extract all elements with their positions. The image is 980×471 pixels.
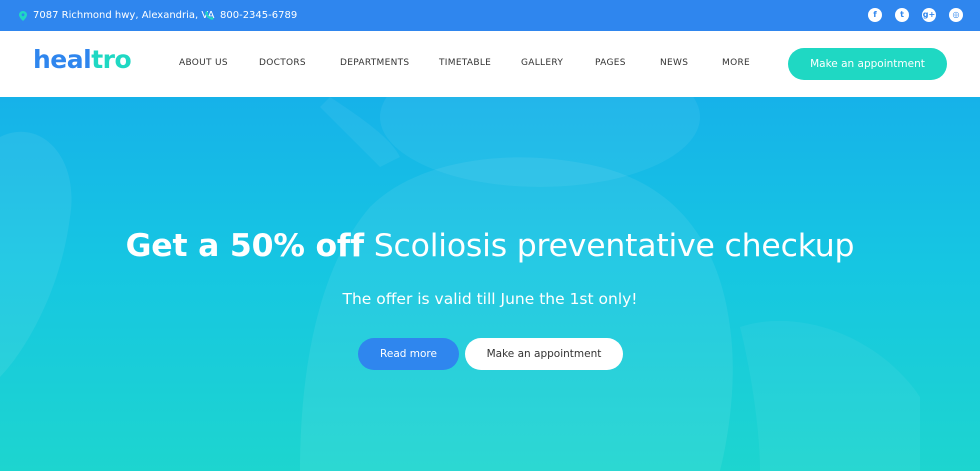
read-more-button[interactable]: Read more [358, 338, 459, 370]
main-header: healtro ABOUT US DOCTORS DEPARTMENTS TIM… [0, 31, 980, 97]
hero-subtitle: The offer is valid till June the 1st onl… [342, 290, 638, 308]
hero-title-bold: Get a 50% off [125, 228, 364, 264]
google-plus-icon[interactable]: g+ [922, 8, 936, 22]
logo-part-1: heal [33, 45, 92, 74]
phone-icon [205, 11, 214, 20]
phone-info[interactable]: 800-2345-6789 [205, 0, 297, 31]
hero-title: Get a 50% off Scoliosis preventative che… [0, 228, 980, 264]
nav-more[interactable]: MORE [722, 58, 750, 68]
nav-about-us[interactable]: ABOUT US [179, 58, 228, 68]
instagram-icon[interactable]: ◎ [949, 8, 963, 22]
nav-doctors[interactable]: DOCTORS [259, 58, 306, 68]
hero-background-figure [0, 97, 920, 471]
top-bar: 7087 Richmond hwy, Alexandria, VA 800-23… [0, 0, 980, 31]
location-pin-icon [19, 10, 27, 21]
twitter-icon[interactable]: t [895, 8, 909, 22]
nav-timetable[interactable]: TIMETABLE [439, 58, 491, 68]
address-info: 7087 Richmond hwy, Alexandria, VA [19, 0, 214, 31]
nav-departments[interactable]: DEPARTMENTS [340, 58, 409, 68]
hero-banner: Get a 50% off Scoliosis preventative che… [0, 97, 980, 471]
nav-news[interactable]: NEWS [660, 58, 688, 68]
hero-title-light: Scoliosis preventative checkup [373, 228, 855, 264]
address-text: 7087 Richmond hwy, Alexandria, VA [33, 10, 215, 21]
logo[interactable]: healtro [33, 45, 132, 74]
logo-part-2: tro [91, 45, 132, 74]
nav-pages[interactable]: PAGES [595, 58, 626, 68]
facebook-icon[interactable]: f [868, 8, 882, 22]
header-appointment-button[interactable]: Make an appointment [788, 48, 947, 80]
nav-gallery[interactable]: GALLERY [521, 58, 563, 68]
social-links: f t g+ ◎ [868, 8, 963, 22]
phone-text[interactable]: 800-2345-6789 [220, 10, 297, 21]
hero-appointment-button[interactable]: Make an appointment [465, 338, 623, 370]
